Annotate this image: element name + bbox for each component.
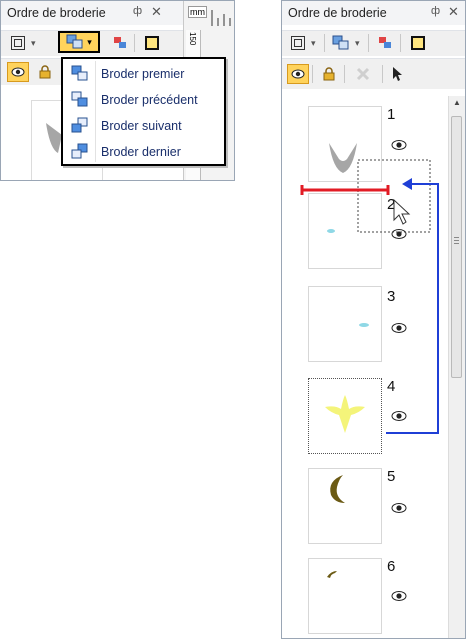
panel-title: Ordre de broderie [288, 6, 387, 20]
lock-icon [39, 65, 51, 79]
zoom-fit-icon [11, 36, 25, 50]
menu-item-broder-dernier[interactable]: Broder dernier [63, 139, 224, 165]
lock-icon [323, 67, 335, 81]
select-pointer-button[interactable] [386, 64, 408, 84]
ruler-unit[interactable]: mm [188, 6, 207, 18]
lock-button[interactable] [318, 64, 340, 84]
pin-icon[interactable]: ф [431, 5, 440, 17]
zoom-fit-button[interactable] [7, 33, 29, 53]
eye-icon [391, 591, 407, 601]
order-icon [66, 34, 83, 49]
sort-order-button[interactable] [330, 33, 352, 53]
menu-item-broder-premier[interactable]: Broder premier [63, 61, 224, 87]
vertical-scrollbar[interactable]: ▲ [448, 96, 465, 638]
sew-previous-icon [71, 91, 88, 107]
frame-button[interactable] [407, 33, 429, 53]
pointer-icon [393, 67, 402, 81]
small-arc-icon [327, 571, 337, 578]
crescent-icon [330, 475, 345, 503]
embroidery-order-panel-left: Ordre de broderie ф ✕ ▾ ▾ mm 150 Broder … [0, 0, 235, 181]
lock-button[interactable] [34, 62, 56, 82]
ruler-ticks-icon [211, 10, 231, 26]
chevron-down-icon[interactable]: ▾ [311, 38, 316, 49]
sew-first-icon [71, 65, 88, 81]
eye-icon [291, 69, 305, 79]
color-blocks-icon [114, 37, 126, 48]
frame-button[interactable] [141, 33, 163, 53]
zoom-fit-icon [291, 36, 305, 50]
sew-last-icon [71, 143, 88, 159]
item-number: 5 [387, 468, 396, 485]
eye-toggle-button[interactable] [287, 64, 309, 84]
scrollbar-thumb[interactable] [451, 116, 462, 378]
frame-icon [145, 36, 159, 50]
pin-icon[interactable]: ф [133, 5, 142, 17]
color-sort-button[interactable] [374, 33, 396, 53]
zoom-fit-button[interactable] [287, 33, 309, 53]
drag-overlay [300, 159, 439, 434]
toolbar-2 [282, 58, 465, 89]
frame-icon [411, 36, 425, 50]
eye-icon [391, 503, 407, 513]
chevron-down-icon[interactable]: ▾ [355, 38, 360, 49]
menu-item-broder-precedent[interactable]: Broder précédent [63, 87, 224, 113]
ruler-digits: 150 [188, 32, 197, 46]
sew-next-icon [71, 117, 88, 133]
list-item-thumbnail[interactable] [308, 468, 382, 544]
sort-order-button[interactable]: ▾ [58, 31, 100, 53]
list-item-thumbnail[interactable] [308, 558, 382, 634]
color-blocks-icon [379, 37, 391, 48]
order-dropdown-menu: Broder premier Broder précédent Broder s… [61, 57, 226, 166]
panel-title-bar: Ordre de broderie ф ✕ [282, 1, 465, 25]
eye-icon [11, 67, 25, 77]
drag-arrow-head-icon [402, 178, 412, 190]
chevron-down-icon[interactable]: ▾ [31, 38, 36, 49]
embroidery-order-panel-right: Ordre de broderie ф ✕ ▾ ▾ 1 2 3 4 5 6 ▲ [281, 0, 466, 639]
cursor-icon [393, 198, 411, 225]
eye-toggle-button[interactable] [7, 62, 29, 82]
drag-ghost-frame [357, 159, 431, 233]
scroll-up-icon[interactable]: ▲ [453, 98, 461, 107]
item-number: 6 [387, 558, 396, 575]
panel-title: Ordre de broderie [7, 6, 106, 20]
delete-button[interactable] [352, 64, 374, 84]
close-x-icon [356, 67, 370, 81]
color-sort-button[interactable] [109, 33, 131, 53]
order-icon [332, 35, 349, 50]
menu-item-broder-suivant[interactable]: Broder suivant [63, 113, 224, 139]
close-icon[interactable]: ✕ [448, 4, 459, 20]
close-icon[interactable]: ✕ [151, 4, 162, 20]
insert-marker [300, 185, 390, 195]
toolbar-1: ▾ ▾ [282, 30, 465, 56]
